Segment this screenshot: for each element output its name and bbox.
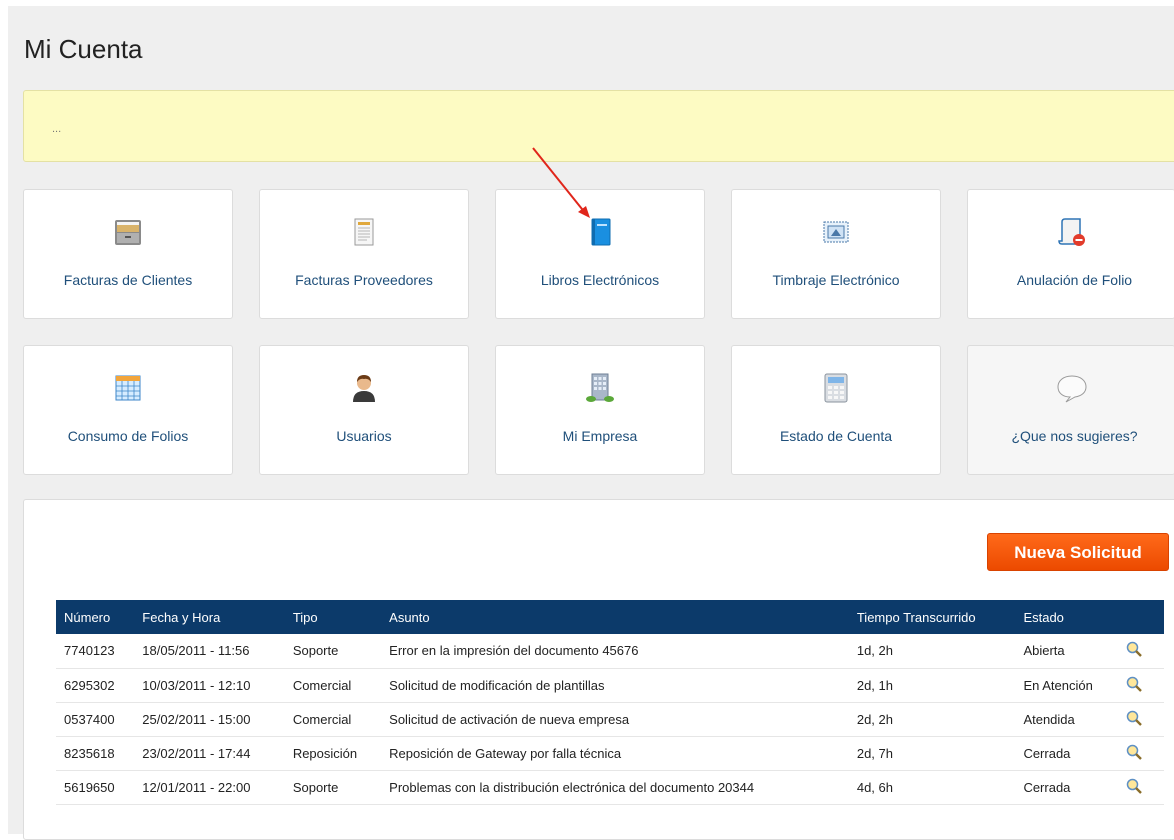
requests-panel: Nueva Solicitud Número Fecha y Hora Tipo… <box>23 499 1174 840</box>
table-cell: Comercial <box>292 677 352 693</box>
magnifier-icon[interactable] <box>1126 676 1142 692</box>
table-cell: 5619650 <box>64 779 115 795</box>
table-row[interactable]: 5619650 12/01/2011 - 22:00 Soporte Problema… <box>56 770 1164 804</box>
tile-mi-empresa[interactable]: Mi Empresa <box>495 345 705 475</box>
tile-label: Timbraje Electrónico <box>772 272 900 288</box>
table-cell: 1d, 2h <box>856 643 893 659</box>
table-cell: 25/02/2011 - 15:00 <box>142 711 251 727</box>
document-icon <box>354 218 374 246</box>
table-cell: Soporte <box>292 643 339 659</box>
book-icon <box>591 218 611 246</box>
main-panel: Mi Cuenta ... Facturas de Clientes Factu… <box>8 6 1174 840</box>
column-header-empty <box>1118 600 1164 634</box>
table-cell: Reposición <box>292 745 358 761</box>
table-cell: Cerrada <box>1023 745 1071 761</box>
tile-label: Consumo de Folios <box>67 428 189 444</box>
table-row[interactable]: 8235618 23/02/2011 - 17:44 Reposición Repos… <box>56 736 1164 770</box>
table-cell: En Atención <box>1023 677 1093 693</box>
table-row[interactable]: 6295302 10/03/2011 - 12:10 Comercial Solici… <box>56 668 1164 702</box>
table-cell: Soporte <box>292 779 339 795</box>
tile-usuarios[interactable]: Usuarios <box>259 345 469 475</box>
table-cell: Solicitud de activación de nueva empresa <box>389 711 630 727</box>
view-details-cell <box>1118 702 1164 736</box>
view-details-cell <box>1118 634 1164 668</box>
table-cell: 2d, 1h <box>856 677 893 693</box>
table-cell: Reposición de Gateway por falla técnica <box>389 745 622 761</box>
table-cell: 10/03/2011 - 12:10 <box>142 677 251 693</box>
tile-facturas-clientes[interactable]: Facturas de Clientes <box>23 189 233 319</box>
tile-label: ¿Que nos sugieres? <box>1011 428 1138 444</box>
scroll-cancel-icon <box>1057 218 1085 246</box>
tile-label: Facturas de Clientes <box>63 272 193 288</box>
tile-consumo-folios[interactable]: Consumo de Folios <box>23 345 233 475</box>
table-cell: 8235618 <box>64 745 115 761</box>
file-cabinet-icon <box>115 220 141 245</box>
building-icon <box>586 373 614 402</box>
notice-text: ... <box>52 123 62 135</box>
table-cell: Solicitud de modificación de plantillas <box>389 677 605 693</box>
tile-label: Anulación de Folio <box>1016 272 1133 288</box>
magnifier-icon[interactable] <box>1126 744 1142 760</box>
view-details-cell <box>1118 770 1164 804</box>
stamp-icon <box>823 221 849 243</box>
table-cell: Error en la impresión del documento 4567… <box>389 643 639 659</box>
calculator-icon <box>824 373 848 403</box>
tile-libros-electronicos[interactable]: Libros Electrónicos <box>495 189 705 319</box>
tile-facturas-proveedores[interactable]: Facturas Proveedores <box>259 189 469 319</box>
table-cell: 23/02/2011 - 17:44 <box>142 745 251 761</box>
tile-label: Libros Electrónicos <box>540 272 660 288</box>
tile-anulacion-folio[interactable]: Anulación de Folio <box>967 189 1174 319</box>
tile-label: Estado de Cuenta <box>779 428 893 444</box>
magnifier-icon[interactable] <box>1126 641 1142 658</box>
table-cell: 0537400 <box>64 711 115 727</box>
table-cell: 7740123 <box>64 643 115 659</box>
notice-banner: ... <box>23 90 1174 162</box>
column-header: Fecha y Hora <box>142 609 221 625</box>
table-row[interactable]: 7740123 18/05/2011 - 11:56 Soporte Error en… <box>56 634 1164 668</box>
view-details-cell <box>1118 668 1164 702</box>
user-icon <box>353 375 375 402</box>
requests-table: Número Fecha y Hora Tipo Asunto Tiempo T… <box>56 600 1164 805</box>
calendar-icon <box>115 375 141 401</box>
column-header: Número <box>64 609 111 625</box>
column-header: Tiempo Transcurrido <box>856 609 976 625</box>
table-cell: Abierta <box>1023 643 1065 659</box>
magnifier-icon[interactable] <box>1126 710 1142 726</box>
column-header: Asunto <box>389 609 430 625</box>
tile-label: Facturas Proveedores <box>295 272 433 288</box>
table-cell: Cerrada <box>1023 779 1071 795</box>
table-row[interactable]: 0537400 25/02/2011 - 15:00 Comercial Solici… <box>56 702 1164 736</box>
speech-bubble-icon <box>1056 375 1087 403</box>
table-cell: Atendida <box>1023 711 1075 727</box>
table-cell: 18/05/2011 - 11:56 <box>142 643 250 659</box>
tile-label: Usuarios <box>336 428 392 444</box>
table-header-row: Número Fecha y Hora Tipo Asunto Tiempo T… <box>56 600 1164 634</box>
table-cell: 4d, 6h <box>856 779 893 795</box>
table-cell: 12/01/2011 - 22:00 <box>142 779 251 795</box>
tile-estado-cuenta[interactable]: Estado de Cuenta <box>731 345 941 475</box>
table-cell: 2d, 2h <box>856 711 893 727</box>
magnifier-icon[interactable] <box>1126 778 1142 794</box>
tile-timbraje-electronico[interactable]: Timbraje Electrónico <box>731 189 941 319</box>
table-cell: Comercial <box>292 711 352 727</box>
column-header: Tipo <box>292 609 318 625</box>
table-cell: 6295302 <box>64 677 115 693</box>
column-header: Estado <box>1023 609 1064 625</box>
page-title: Mi Cuenta <box>24 34 143 64</box>
view-details-cell <box>1118 736 1164 770</box>
new-request-button[interactable]: Nueva Solicitud <box>987 533 1169 571</box>
tile-sugerencias[interactable]: ¿Que nos sugieres? <box>967 345 1174 475</box>
table-cell: Problemas con la distribución electrónic… <box>389 779 755 795</box>
tile-label: Mi Empresa <box>562 428 638 444</box>
table-cell: 2d, 7h <box>856 745 893 761</box>
